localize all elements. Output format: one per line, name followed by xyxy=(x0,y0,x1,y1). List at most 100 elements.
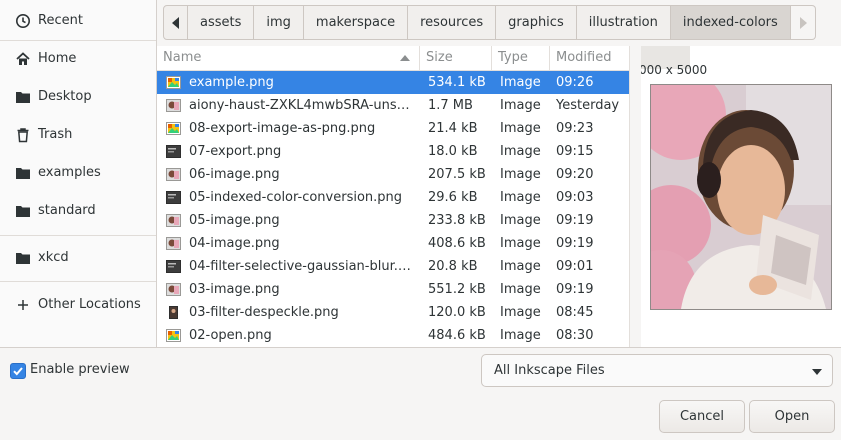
file-modified-cell: Yesterday xyxy=(556,98,620,113)
sidebar-item-standard[interactable]: standard xyxy=(0,193,156,229)
file-name-cell: 05-indexed-color-conversion.png xyxy=(189,190,403,205)
file-type-cell: Image xyxy=(500,190,541,205)
file-row[interactable]: 03-filter-despeckle.png 120.0 kB Image 08:4… xyxy=(157,301,629,324)
sidebar-item-recent[interactable]: Recent xyxy=(0,3,156,39)
column-header-modified[interactable]: Modified xyxy=(550,46,629,70)
file-modified-cell: 09:26 xyxy=(556,75,594,90)
path-crumb-makerspace[interactable]: makerspace xyxy=(303,5,409,40)
column-name-label: Name xyxy=(163,50,202,65)
file-modified-cell: 09:23 xyxy=(556,121,594,136)
file-type-cell: Image xyxy=(500,144,541,159)
sidebar-item-other-locations[interactable]: Other Locations xyxy=(0,287,156,323)
file-row[interactable]: 05-indexed-color-conversion.png 29.6 kB Im… xyxy=(157,186,629,209)
sidebar-item-xkcd[interactable]: xkcd xyxy=(0,240,156,276)
file-size-cell: 20.8 kB xyxy=(428,259,478,274)
dropdown-arrow-icon xyxy=(812,369,822,375)
sidebar-item-home[interactable]: Home xyxy=(0,41,156,77)
file-size-cell: 18.0 kB xyxy=(428,144,478,159)
file-type-cell: Image xyxy=(500,259,541,274)
file-type-cell: Image xyxy=(500,167,541,182)
file-row[interactable]: 06-image.png 207.5 kB Image 09:20 xyxy=(157,163,629,186)
file-modified-cell: 08:30 xyxy=(556,328,594,343)
file-modified-cell: 09:15 xyxy=(556,144,594,159)
open-button[interactable]: Open xyxy=(749,400,835,433)
sidebar-item-label: standard xyxy=(38,203,96,218)
file-row[interactable]: 07-export.png 18.0 kB Image 09:15 xyxy=(157,140,629,163)
file-modified-cell: 09:20 xyxy=(556,167,594,182)
file-size-cell: 29.6 kB xyxy=(428,190,478,205)
sidebar-divider xyxy=(0,235,156,236)
column-header-size[interactable]: Size xyxy=(420,46,492,70)
clock-icon xyxy=(16,14,30,28)
photo-thumb-icon xyxy=(166,237,181,250)
sidebar-item-label: Other Locations xyxy=(38,297,141,312)
chevron-left-icon xyxy=(171,16,179,29)
file-row[interactable]: aiony-haust-ZXKL4mwbSRA-uns… 1.7 MB Image Y… xyxy=(157,94,629,117)
file-name-cell: aiony-haust-ZXKL4mwbSRA-uns… xyxy=(189,98,410,113)
file-size-cell: 233.8 kB xyxy=(428,213,486,228)
file-modified-cell: 09:03 xyxy=(556,190,594,205)
file-modified-cell: 09:01 xyxy=(556,259,594,274)
file-modified-cell: 09:19 xyxy=(556,236,594,251)
file-type-cell: Image xyxy=(500,236,541,251)
sidebar-item-label: Desktop xyxy=(38,89,92,104)
file-type-cell: Image xyxy=(500,98,541,113)
sidebar-item-desktop[interactable]: Desktop xyxy=(0,79,156,115)
sidebar-item-label: Home xyxy=(38,51,77,66)
path-crumb-resources[interactable]: resources xyxy=(408,5,497,40)
path-crumb-indexed-colors[interactable]: indexed-colors xyxy=(670,5,791,40)
cancel-button[interactable]: Cancel xyxy=(659,400,745,433)
sidebar-item-examples[interactable]: examples xyxy=(0,155,156,191)
sidebar-item-trash[interactable]: Trash xyxy=(0,117,156,153)
path-scroll-left-button[interactable] xyxy=(163,5,188,40)
file-row[interactable]: 04-filter-selective-gaussian-blur.… 20.8 … xyxy=(157,255,629,278)
file-name-cell: 07-export.png xyxy=(189,144,282,159)
file-list[interactable]: Name Size Type Modified example.png 534.1… xyxy=(157,46,629,347)
file-type-cell: Image xyxy=(500,328,541,343)
path-crumb-graphics[interactable]: graphics xyxy=(496,5,577,40)
file-row[interactable]: 04-image.png 408.6 kB Image 09:19 xyxy=(157,232,629,255)
file-size-cell: 534.1 kB xyxy=(428,75,486,90)
file-row[interactable]: 02-open.png 484.6 kB Image 08:30 xyxy=(157,324,629,347)
file-modified-cell: 08:45 xyxy=(556,305,594,320)
column-header-name[interactable]: Name xyxy=(157,46,420,70)
chevron-right-icon xyxy=(799,16,807,29)
enable-preview-checkbox[interactable] xyxy=(10,363,26,379)
folder-icon xyxy=(16,92,30,103)
file-type-cell: Image xyxy=(500,75,541,90)
path-crumb-illustration[interactable]: illustration xyxy=(576,5,671,40)
file-row[interactable]: example.png 534.1 kB Image 09:26 xyxy=(157,71,629,94)
file-row[interactable]: 05-image.png 233.8 kB Image 09:19 xyxy=(157,209,629,232)
plus-icon xyxy=(18,300,28,310)
path-crumb-assets[interactable]: assets xyxy=(188,5,255,40)
preview-pane: 000 x 5000 xyxy=(641,46,841,347)
open-button-label: Open xyxy=(774,409,810,424)
file-size-cell: 551.2 kB xyxy=(428,282,486,297)
places-sidebar: Recent Home Desktop Trash examples stand… xyxy=(0,0,157,347)
file-size-cell: 1.7 MB xyxy=(428,98,473,113)
trash-icon xyxy=(17,128,29,143)
folder-icon xyxy=(16,253,30,264)
image-thumb-icon xyxy=(166,329,181,342)
file-modified-cell: 09:19 xyxy=(556,213,594,228)
path-bar: assets img makerspace resources graphics… xyxy=(163,5,816,40)
file-name-cell: 06-image.png xyxy=(189,167,280,182)
column-header-type[interactable]: Type xyxy=(492,46,550,70)
photo-thumb-icon xyxy=(166,168,181,181)
path-crumb-img[interactable]: img xyxy=(254,5,304,40)
preview-illustration xyxy=(651,85,831,309)
file-name-cell: 03-image.png xyxy=(189,282,280,297)
file-type-cell: Image xyxy=(500,282,541,297)
file-row[interactable]: 08-export-image-as-png.png 21.4 kB Image 09… xyxy=(157,117,629,140)
file-type-cell: Image xyxy=(500,121,541,136)
path-scroll-right-button[interactable] xyxy=(790,5,816,40)
enable-preview-label[interactable]: Enable preview xyxy=(30,362,130,378)
file-type-cell: Image xyxy=(500,213,541,228)
sidebar-item-label: xkcd xyxy=(38,250,69,265)
file-name-cell: 04-filter-selective-gaussian-blur.… xyxy=(189,259,411,274)
file-row[interactable]: 03-image.png 551.2 kB Image 09:19 xyxy=(157,278,629,301)
dark-thumb-icon xyxy=(166,191,181,204)
file-type-filter-dropdown[interactable]: All Inkscape Files xyxy=(481,354,833,387)
file-size-cell: 207.5 kB xyxy=(428,167,486,182)
file-modified-cell: 09:19 xyxy=(556,282,594,297)
